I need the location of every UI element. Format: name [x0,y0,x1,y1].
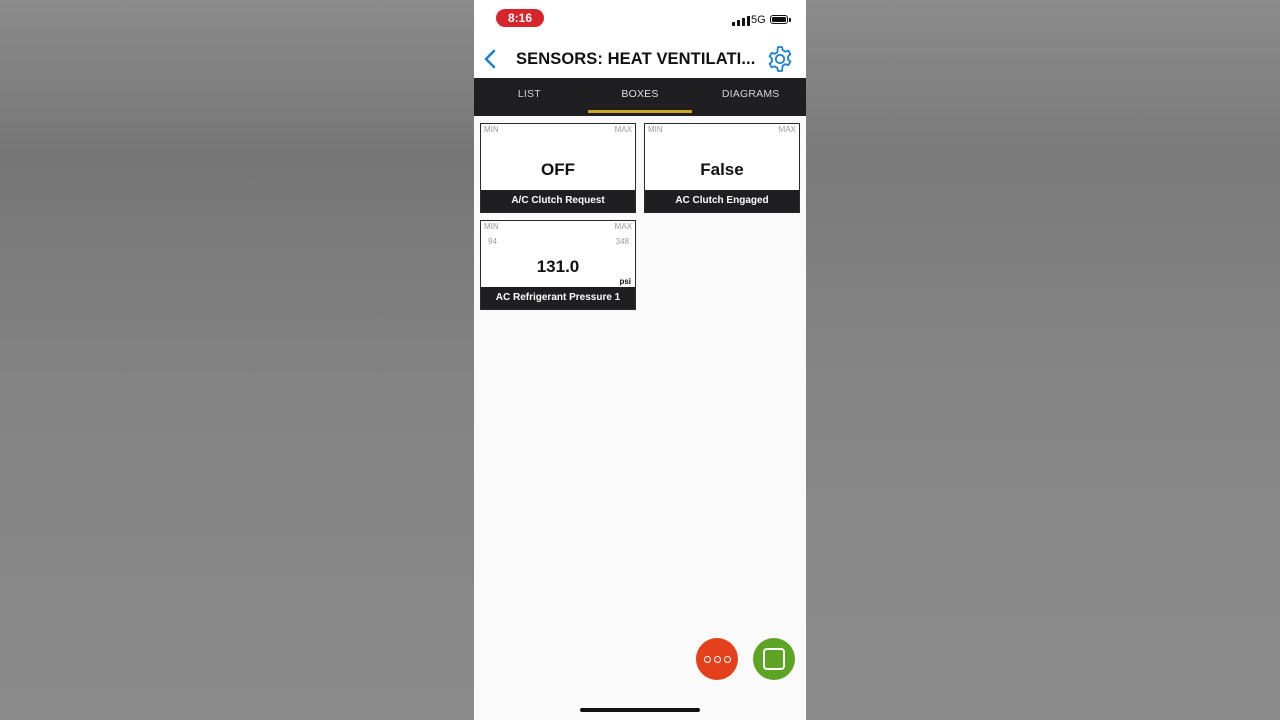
network-type: 5G [751,14,766,26]
settings-button[interactable] [764,43,796,75]
tab-diagrams[interactable]: DIAGRAMS [695,78,806,116]
more-dots-icon [703,655,711,663]
status-time: 8:16 [496,9,544,27]
chevron-left-icon [484,49,496,69]
sensor-box-ac-clutch-engaged[interactable]: MIN MAX False AC Clutch Engaged [644,123,800,213]
box-min-label: MIN [484,125,499,134]
box-unit: psi [619,277,631,286]
box-min-label: MIN [484,222,499,231]
box-value: OFF [541,160,575,179]
home-indicator[interactable] [580,708,700,712]
box-min-label: MIN [648,125,663,134]
battery-icon [770,15,788,24]
box-value: False [700,160,744,179]
background-right [806,0,1280,720]
stop-button[interactable] [753,638,795,680]
box-max-label: MAX [614,125,632,134]
page-title: SENSORS: HEAT VENTILATI... [516,50,756,68]
box-min-value: 94 [488,237,497,246]
sensor-box-ac-refrigerant-pressure[interactable]: MIN MAX 94 348 131.0 psi AC Refrigerant … [480,220,636,310]
phone-screen: 8:16 5G SENSORS: HEAT VENTILATI... LIST … [474,0,806,720]
box-max-label: MAX [778,125,796,134]
box-value: 131.0 [536,257,580,276]
box-label: AC Refrigerant Pressure 1 [481,287,635,309]
box-label: AC Clutch Engaged [645,190,799,212]
app-header: SENSORS: HEAT VENTILATI... [474,40,806,78]
tab-list[interactable]: LIST [474,78,585,116]
status-bar: 8:16 5G [474,0,806,40]
sensor-box-ac-clutch-request[interactable]: MIN MAX OFF A/C Clutch Request [480,123,636,213]
tab-boxes[interactable]: BOXES [585,78,696,116]
gear-icon [768,46,792,72]
signal-icon [732,15,750,26]
stop-square-icon [763,648,785,670]
more-options-button[interactable] [696,638,738,680]
box-label: A/C Clutch Request [481,190,635,212]
box-max-label: MAX [614,222,632,231]
background-left [0,0,474,720]
back-button[interactable] [478,46,502,72]
box-max-value: 348 [615,237,629,246]
tab-bar: LIST BOXES DIAGRAMS [474,78,806,116]
battery-cap [789,18,791,22]
